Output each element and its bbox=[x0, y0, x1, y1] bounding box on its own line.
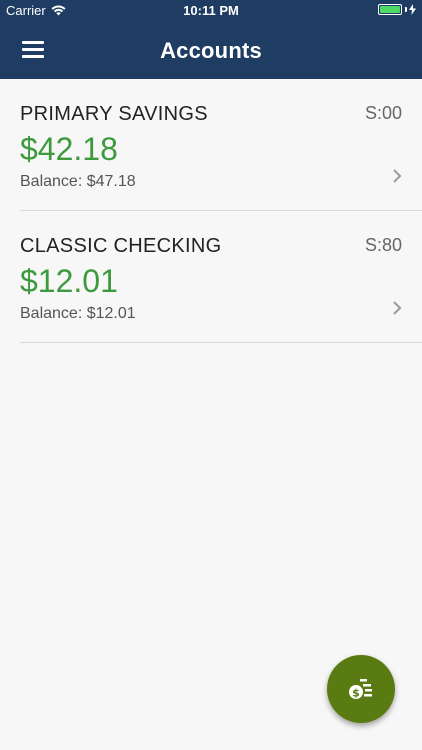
status-bar: Carrier 10:11 PM bbox=[0, 0, 422, 22]
battery-tip bbox=[405, 7, 407, 12]
accounts-list: PRIMARY SAVINGS S:00 $42.18 Balance: $47… bbox=[0, 79, 422, 343]
account-name: PRIMARY SAVINGS bbox=[20, 103, 208, 125]
navigation-bar: Accounts bbox=[0, 22, 422, 79]
account-code: S:00 bbox=[364, 103, 402, 123]
account-available-amount: $12.01 bbox=[20, 263, 118, 299]
status-time: 10:11 PM bbox=[183, 3, 239, 18]
battery-icon bbox=[378, 4, 402, 15]
status-right bbox=[378, 4, 416, 15]
money-transfer-icon: $ bbox=[349, 679, 372, 700]
account-code: S:80 bbox=[364, 235, 402, 255]
page-title: Accounts bbox=[160, 38, 262, 63]
svg-text:$: $ bbox=[352, 687, 360, 700]
battery-level bbox=[380, 6, 400, 13]
account-row-classic-checking[interactable]: CLASSIC CHECKING S:80 $12.01 Balance: $1… bbox=[20, 211, 422, 343]
chevron-right-icon bbox=[393, 169, 402, 183]
account-available-amount: $42.18 bbox=[20, 131, 118, 167]
transfer-fab-button[interactable]: $ bbox=[327, 655, 395, 723]
account-balance: Balance: $47.18 bbox=[20, 173, 136, 190]
account-name: CLASSIC CHECKING bbox=[20, 235, 222, 257]
account-row-primary-savings[interactable]: PRIMARY SAVINGS S:00 $42.18 Balance: $47… bbox=[20, 79, 422, 211]
chevron-right-icon bbox=[393, 301, 402, 315]
charging-bolt-icon bbox=[409, 4, 416, 15]
account-balance: Balance: $12.01 bbox=[20, 305, 136, 322]
